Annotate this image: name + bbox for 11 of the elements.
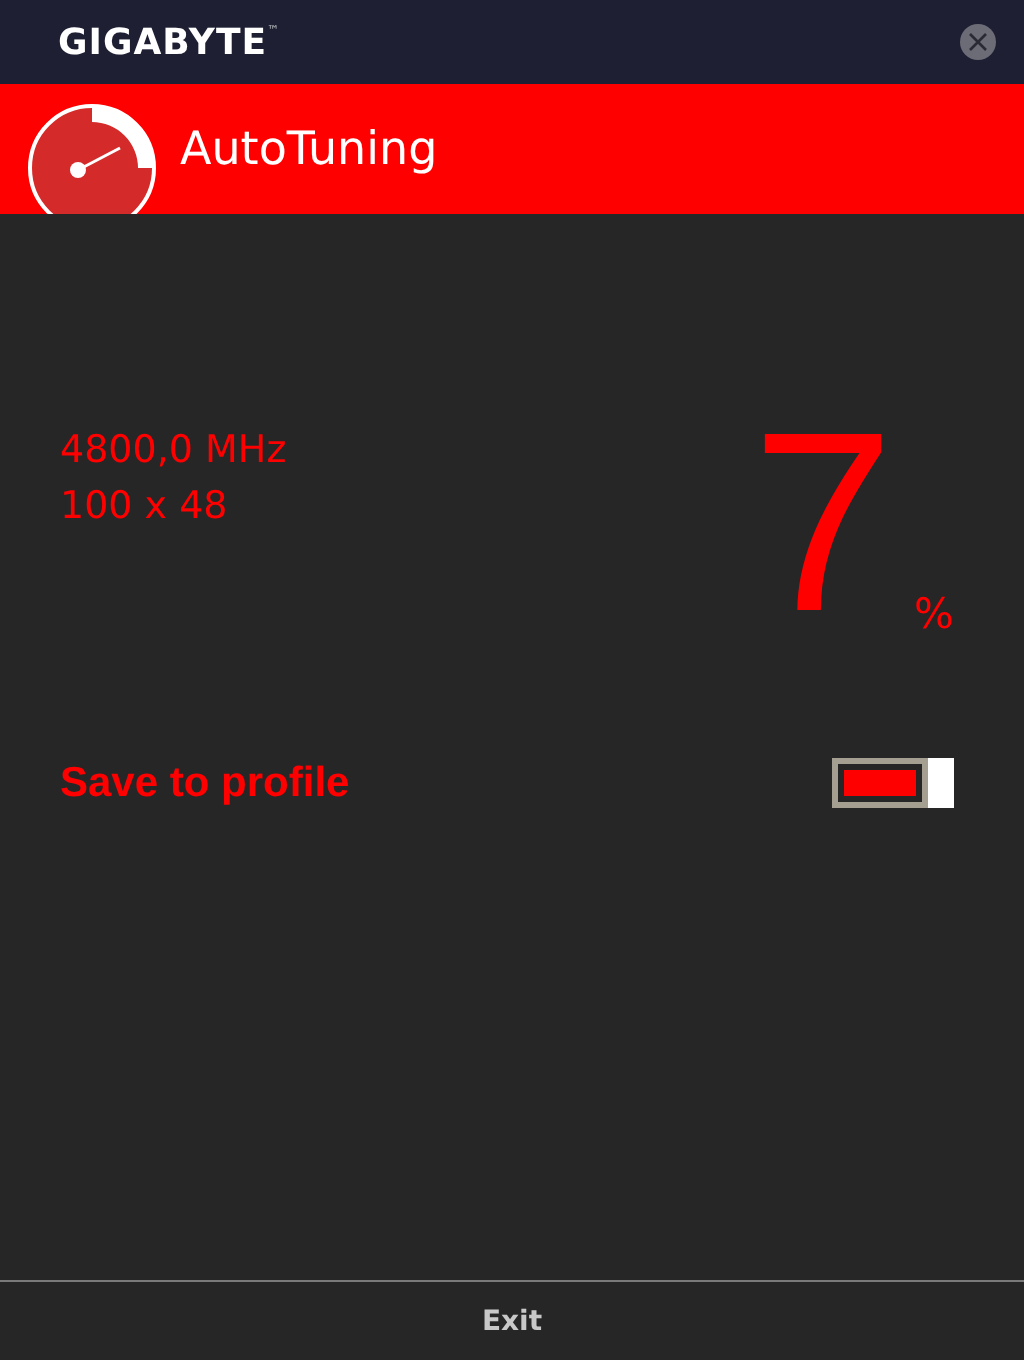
close-button[interactable] — [960, 24, 996, 60]
progress-value: 7 — [751, 414, 895, 634]
brand-logo: GIGABYTE — [58, 21, 268, 63]
save-to-profile-label: Save to profile — [60, 759, 350, 807]
toggle-switch[interactable] — [832, 758, 954, 808]
frequency-text: 4800,0 MHz — [60, 428, 287, 472]
exit-button[interactable]: Exit — [469, 1303, 555, 1339]
header-title: AutoTuning — [180, 123, 438, 175]
ratio-text: 100 x 48 — [60, 484, 230, 528]
close-icon — [966, 30, 990, 54]
percent-sign: % — [914, 590, 954, 638]
